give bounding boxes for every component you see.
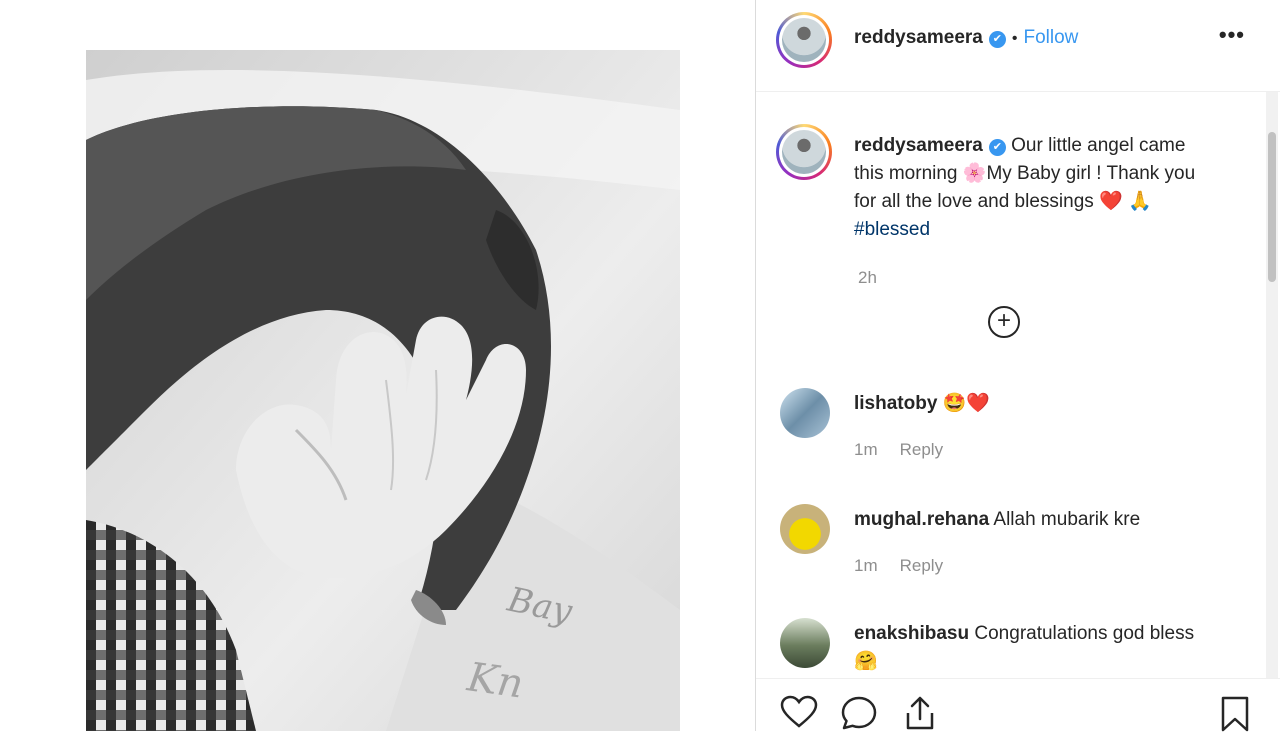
plus-circle-icon[interactable]: + [988,306,1020,338]
post-caption: reddysameera ✔ Our little angel came this… [854,132,1214,244]
heart-icon[interactable] [780,695,818,729]
scrollbar-thumb[interactable] [1268,132,1276,282]
author-username[interactable]: reddysameera [854,27,983,48]
verified-badge-icon: ✔ [988,31,1006,48]
share-icon[interactable] [902,695,938,731]
comment-icon[interactable] [840,695,878,731]
comments-scrollbar[interactable] [1266,92,1278,678]
post-side-panel: reddysameera ✔ • Follow ••• reddysameera ✔ O… [755,0,1280,732]
comment-username[interactable]: lishatoby [854,393,937,414]
comment-item: lishatoby 🤩❤️ 1m Reply [854,390,1214,464]
comment-text: Allah mubarik kre [993,509,1141,530]
author-avatar[interactable] [776,12,832,68]
hands-photo-illustration: Bay Kn [86,50,680,731]
commenter-avatar[interactable] [780,388,830,438]
comment-timestamp[interactable]: 1m [854,556,878,575]
post-image-pane: Bay Kn [0,0,755,731]
separator-dot: • [1011,30,1018,47]
bookmark-icon[interactable] [1218,695,1252,733]
hashtag-link[interactable]: #blessed [854,219,930,240]
comment-emoji: 🤗 [854,651,878,672]
pray-emoji: 🙏 [1128,191,1152,212]
post-header: reddysameera ✔ • Follow ••• [756,0,1280,92]
caption-author-avatar[interactable] [776,124,832,180]
commenter-avatar[interactable] [780,504,830,554]
post-photo[interactable]: Bay Kn [86,50,680,731]
caption-author-username[interactable]: reddysameera [854,135,983,156]
follow-button[interactable]: Follow [1023,27,1078,48]
reply-button[interactable]: Reply [900,556,943,575]
svg-text:Kn: Kn [464,654,527,707]
comment-item: mughal.rehana Allah mubarik kre 1m Reply [854,506,1214,580]
caption-timestamp[interactable]: 2h [858,268,877,288]
comment-timestamp[interactable]: 1m [854,440,878,459]
comment-username[interactable]: mughal.rehana [854,509,989,530]
comments-list: reddysameera ✔ Our little angel came this… [756,92,1261,678]
comment-text: Congratulations god bless [974,623,1195,644]
comment-username[interactable]: enakshibasu [854,623,969,644]
comment-item: enakshibasu Congratulations god bless 🤗 [854,620,1214,676]
commenter-avatar[interactable] [780,618,830,668]
author-line: reddysameera ✔ • Follow [854,27,1078,49]
verified-badge-icon: ✔ [988,139,1006,156]
reply-button[interactable]: Reply [900,440,943,459]
more-options-icon[interactable]: ••• [1219,22,1245,48]
comment-emoji: 🤩❤️ [942,393,991,414]
heart-emoji: ❤️ [1099,191,1123,212]
action-bar [756,678,1280,732]
flower-emoji: 🌸 [962,163,987,184]
